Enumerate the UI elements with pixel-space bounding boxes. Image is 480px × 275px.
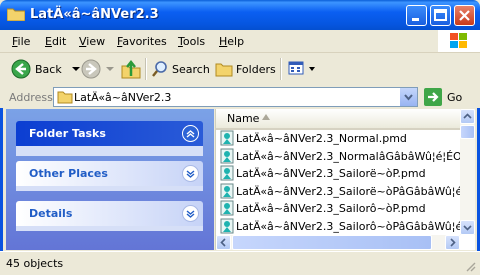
scroll-up-button[interactable] <box>460 109 475 124</box>
list-item[interactable]: LatÄ«â~âNVer2.3_Sailorô~òP.pmd <box>218 200 461 217</box>
pmd-file-icon <box>220 130 234 146</box>
menu-bar: File Edit View Favorites Tools Help <box>0 30 480 53</box>
folders-button[interactable]: Folders <box>215 57 276 81</box>
vertical-scroll-thumb[interactable] <box>460 125 475 139</box>
up-folder-icon <box>121 59 141 79</box>
views-button[interactable] <box>288 57 316 81</box>
details-body <box>16 226 203 231</box>
search-button[interactable]: Search <box>151 57 210 81</box>
folder-icon <box>57 91 73 104</box>
task-pane: Folder Tasks Other Places Details <box>6 109 214 250</box>
file-list: Name LatÄ«â~âNVer2.3_Normal.pmd LatÄ«â~âN… <box>215 109 475 250</box>
explorer-window: LatÄ«â~âNVer2.3 File Edit View Favorites… <box>0 0 480 275</box>
resize-grip-icon[interactable] <box>464 260 476 272</box>
chevron-down-icon <box>404 94 413 101</box>
file-name: LatÄ«â~âNVer2.3_Normal.pmd <box>236 132 407 145</box>
search-icon <box>152 61 167 77</box>
maximize-button[interactable] <box>430 5 451 26</box>
expand-chevron-icon[interactable] <box>182 165 199 182</box>
toolbar: Back Search Folders <box>0 53 480 87</box>
list-item[interactable]: LatÄ«â~âNVer2.3_Sailorô~òPâGâbâWû¦é¦ÉOùp <box>218 218 461 235</box>
folder-tasks-body <box>16 146 203 156</box>
scroll-right-button[interactable] <box>445 235 460 250</box>
up-folder-button[interactable] <box>120 57 142 81</box>
sort-ascending-icon <box>262 114 270 120</box>
menu-help[interactable]: Help <box>219 35 244 48</box>
horizontal-scrollbar[interactable] <box>216 235 460 250</box>
menu-tools[interactable]: Tools <box>178 35 205 48</box>
address-dropdown-button[interactable] <box>399 88 417 106</box>
file-name: LatÄ«â~âNVer2.3_NormalâGâbâWû¦é¦ÉOùp.pmd <box>236 149 461 163</box>
scroll-left-button[interactable] <box>216 235 231 250</box>
horizontal-scroll-thumb[interactable] <box>232 235 432 250</box>
file-name: LatÄ«â~âNVer2.3_Sailorô~òPâGâbâWû¦é¦ÉOùp <box>236 219 461 233</box>
views-icon <box>288 61 304 75</box>
status-text: 45 objects <box>6 257 64 270</box>
address-value: LatÄ«â~âNVer2.3 <box>74 91 172 104</box>
scroll-down-button[interactable] <box>460 220 475 235</box>
pmd-file-icon <box>220 200 234 216</box>
pmd-file-icon <box>220 165 234 181</box>
back-button[interactable]: Back <box>10 57 82 81</box>
pmd-file-icon <box>220 148 234 164</box>
address-label: Address <box>9 91 53 104</box>
vertical-scrollbar[interactable] <box>460 109 475 235</box>
chevron-down-icon <box>309 67 315 71</box>
title-bar[interactable]: LatÄ«â~âNVer2.3 <box>0 0 480 30</box>
folders-icon <box>215 63 233 77</box>
window-title: LatÄ«â~âNVer2.3 <box>30 7 159 22</box>
menu-file[interactable]: File <box>12 35 30 48</box>
close-button[interactable] <box>454 5 475 26</box>
menu-edit[interactable]: Edit <box>45 35 66 48</box>
minimize-button[interactable] <box>406 5 427 26</box>
list-item[interactable]: LatÄ«â~âNVer2.3_NormalâGâbâWû¦é¦ÉOùp.pmd <box>218 148 461 165</box>
list-item[interactable]: LatÄ«â~âNVer2.3_Normal.pmd <box>218 130 461 147</box>
back-arrow-icon <box>11 59 31 79</box>
go-arrow-icon <box>424 88 442 106</box>
forward-arrow-icon <box>81 59 101 79</box>
go-button[interactable]: Go <box>424 87 462 107</box>
file-name: LatÄ«â~âNVer2.3_Sailorë~òPâGâbâWû¦é¦ÉOùp <box>236 184 461 198</box>
list-item[interactable]: LatÄ«â~âNVer2.3_Sailorë~òPâGâbâWû¦é¦ÉOùp <box>218 183 461 200</box>
collapse-chevron-icon[interactable] <box>182 125 199 142</box>
file-name: LatÄ«â~âNVer2.3_Sailorô~òP.pmd <box>236 202 426 215</box>
chevron-down-icon[interactable] <box>104 64 116 74</box>
other-places-header[interactable]: Other Places <box>16 161 203 186</box>
folder-icon <box>6 7 26 22</box>
name-column-header[interactable]: Name <box>216 109 461 130</box>
windows-logo-icon <box>438 30 480 52</box>
status-bar: 45 objects <box>0 251 480 275</box>
address-field[interactable]: LatÄ«â~âNVer2.3 <box>53 87 418 107</box>
details-header[interactable]: Details <box>16 201 203 226</box>
menu-favorites[interactable]: Favorites <box>117 35 167 48</box>
pmd-file-icon <box>220 218 234 234</box>
address-bar: Address LatÄ«â~âNVer2.3 Go <box>0 86 480 108</box>
file-name: LatÄ«â~âNVer2.3_Sailorë~òP.pmd <box>236 167 426 180</box>
pmd-file-icon <box>220 183 234 199</box>
other-places-body <box>16 186 203 191</box>
folder-tasks-header[interactable]: Folder Tasks <box>16 121 203 146</box>
list-item[interactable]: LatÄ«â~âNVer2.3_Sailorë~òP.pmd <box>218 165 461 182</box>
menu-view[interactable]: View <box>79 35 105 48</box>
expand-chevron-icon[interactable] <box>182 205 199 222</box>
forward-button[interactable] <box>80 57 116 81</box>
